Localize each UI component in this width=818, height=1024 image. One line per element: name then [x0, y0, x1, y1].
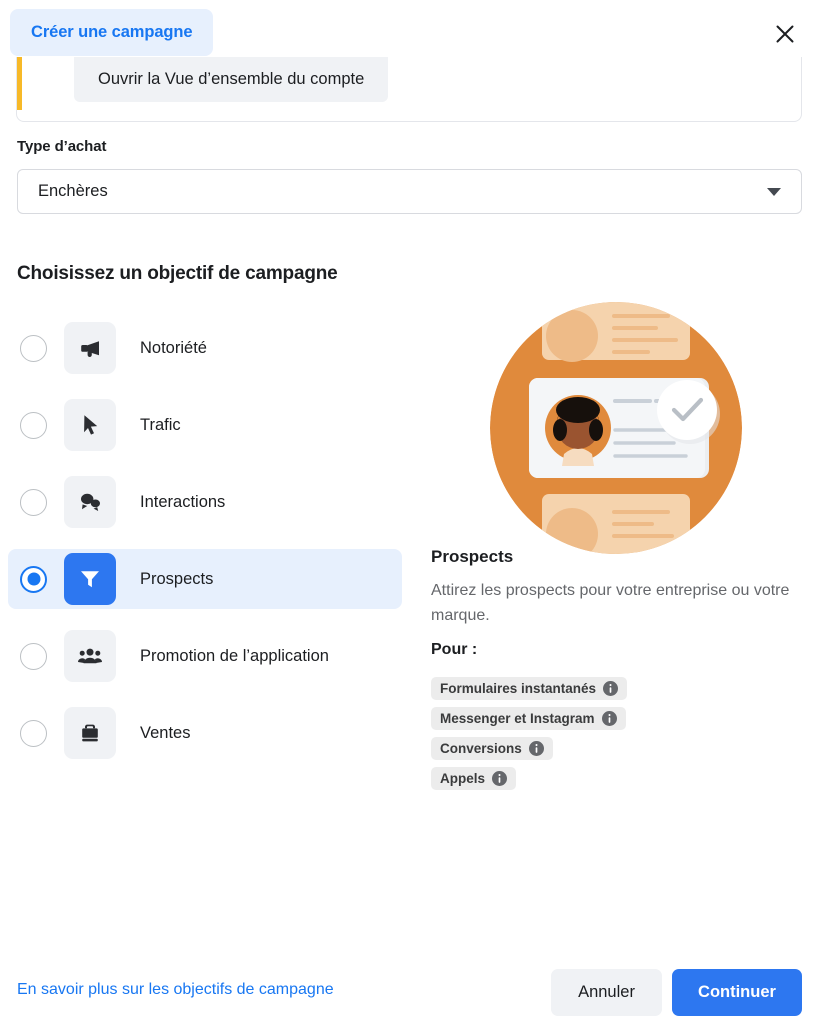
detail-tag-list: Formulaires instantanés Messenger et Ins…: [431, 677, 791, 790]
briefcase-icon: [64, 707, 116, 759]
account-overview-notice-card: Ouvrir la Vue d’ensemble du compte: [16, 57, 802, 122]
tab-create-campaign-label: Créer une campagne: [31, 23, 193, 41]
tag-formulaires-instantanes: Formulaires instantanés: [431, 677, 628, 700]
purchase-type-value: Enchères: [38, 182, 108, 200]
learn-more-link[interactable]: En savoir plus sur les objectifs de camp…: [17, 981, 334, 999]
tag-label: Formulaires instantanés: [440, 681, 597, 696]
objective-radio-promotion-application[interactable]: [20, 642, 47, 670]
purchase-type-label: Type d’achat: [17, 138, 107, 155]
objective-radio-interactions[interactable]: [20, 488, 47, 516]
tag-label: Messenger et Instagram: [440, 711, 595, 726]
objective-label-ventes: Ventes: [140, 723, 191, 742]
objective-radio-ventes[interactable]: [20, 719, 47, 747]
megaphone-icon: [64, 322, 116, 374]
detail-description: Attirez les prospects pour votre entrepr…: [431, 582, 790, 624]
objective-label-trafic: Trafic: [140, 415, 181, 434]
purchase-type-select[interactable]: Enchères: [17, 169, 802, 214]
objective-label-notoriete: Notoriété: [140, 338, 207, 357]
info-icon[interactable]: [601, 711, 617, 726]
info-icon[interactable]: [528, 741, 544, 756]
objective-label-interactions: Interactions: [140, 492, 226, 511]
funnel-icon: [64, 553, 116, 605]
detail-title: Prospects: [431, 547, 514, 566]
tag-label: Conversions: [440, 741, 522, 756]
close-icon[interactable]: [769, 18, 801, 50]
objective-radio-notoriete[interactable]: [20, 334, 47, 362]
people-group-icon: [64, 630, 116, 682]
tag-conversions: Conversions: [431, 737, 553, 760]
open-account-overview-button[interactable]: Ouvrir la Vue d’ensemble du compte: [74, 57, 389, 102]
cursor-arrow-icon: [64, 399, 116, 451]
objective-label-promotion-application: Promotion de l’application: [140, 646, 329, 665]
objective-label-prospects: Prospects: [140, 569, 214, 588]
tag-appels: Appels: [431, 767, 517, 790]
objective-radio-prospects[interactable]: [20, 565, 47, 593]
lead-profile-card-illustration: [490, 302, 742, 554]
objective-row-notoriete[interactable]: Notoriété: [8, 318, 402, 378]
info-icon[interactable]: [603, 681, 619, 696]
tab-create-campaign[interactable]: Créer une campagne: [10, 9, 214, 56]
objectives-section-title: Choisissez un objectif de campagne: [17, 263, 338, 284]
tag-label: Appels: [440, 771, 486, 786]
open-account-overview-label: Ouvrir la Vue d’ensemble du compte: [98, 70, 365, 88]
detail-for-label: Pour :: [431, 641, 478, 658]
objectives-list: Notoriété Trafic Interactions Prospects …: [8, 318, 402, 780]
objective-row-interactions[interactable]: Interactions: [8, 472, 402, 532]
tag-messenger-instagram: Messenger et Instagram: [431, 707, 626, 730]
info-icon[interactable]: [492, 771, 508, 786]
cancel-button[interactable]: Annuler: [551, 969, 662, 1016]
notice-accent-bar: [17, 57, 22, 110]
objective-row-promotion-application[interactable]: Promotion de l’application: [8, 626, 402, 686]
objective-radio-trafic[interactable]: [20, 411, 47, 439]
chevron-down-icon: [767, 187, 781, 196]
continue-button[interactable]: Continuer: [672, 969, 802, 1016]
speech-bubbles-icon: [64, 476, 116, 528]
objective-row-ventes[interactable]: Ventes: [8, 703, 402, 763]
create-campaign-dialog: Créer une campagne Ouvrir la Vue d’ensem…: [0, 0, 818, 1024]
objective-row-trafic[interactable]: Trafic: [8, 395, 402, 455]
objective-row-prospects[interactable]: Prospects: [8, 549, 402, 609]
